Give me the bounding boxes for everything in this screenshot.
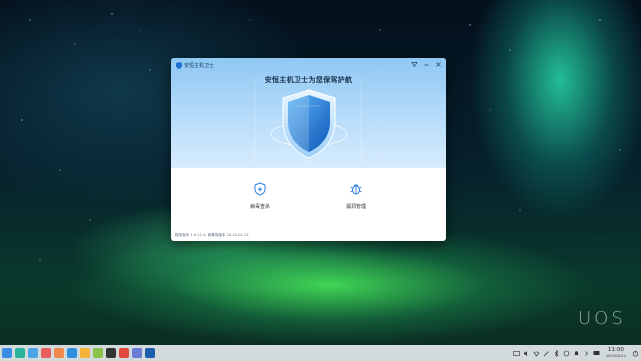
taskbar-app-browser[interactable]: [119, 348, 129, 358]
power-icon[interactable]: [632, 350, 639, 357]
pen-icon[interactable]: [543, 350, 550, 357]
window-header: 安恒主机卫士 安恒主机卫士为您保驾护航: [171, 58, 446, 168]
volume-icon[interactable]: [523, 350, 530, 357]
expand-icon[interactable]: [583, 350, 590, 357]
taskbar-app-security-center[interactable]: [145, 348, 155, 358]
virus-scan-button[interactable]: 病毒查杀: [230, 182, 290, 210]
network-icon[interactable]: [533, 350, 540, 357]
taskbar-app-calendar[interactable]: [67, 348, 77, 358]
taskbar-app-app-store[interactable]: [41, 348, 51, 358]
taskbar-app-multitask-view[interactable]: [15, 348, 25, 358]
title-bar: 安恒主机卫士: [171, 58, 446, 72]
keyboard-icon[interactable]: [513, 350, 520, 357]
minimize-icon[interactable]: [423, 61, 430, 68]
close-icon[interactable]: [435, 61, 442, 68]
virus-scan-label: 病毒查杀: [249, 204, 270, 210]
shield-emblem-icon: [270, 89, 348, 159]
notification-icon[interactable]: [573, 350, 580, 357]
window-title: 安恒主机卫士: [184, 62, 215, 69]
system-tray: 11:00 2020/10/14: [513, 345, 639, 361]
shield-plus-icon: [254, 182, 266, 196]
taskbar-app-file-manager[interactable]: [28, 348, 38, 358]
clock-date: 2020/10/14: [605, 354, 626, 358]
display-icon[interactable]: [593, 350, 600, 357]
version-info: 程序版本 1.0.12.4, 病毒库版本 20.10.01.13: [175, 233, 249, 237]
bluetooth-icon[interactable]: [553, 349, 560, 357]
taskbar-app-mail[interactable]: [54, 348, 64, 358]
vulnerability-management-label: 漏洞管理: [345, 204, 366, 210]
action-panel: 病毒查杀 漏洞管理: [171, 182, 446, 222]
taskbar: 11:00 2020/10/14: [0, 345, 641, 361]
taskbar-apps: [2, 348, 155, 358]
settings-icon[interactable]: [411, 61, 418, 68]
taskbar-app-documents[interactable]: [80, 348, 90, 358]
taskbar-app-notes[interactable]: [93, 348, 103, 358]
uos-watermark: UOS: [578, 308, 626, 329]
taskbar-app-music[interactable]: [106, 348, 116, 358]
app-shield-icon: [176, 61, 182, 69]
screenshot-icon[interactable]: [563, 350, 570, 357]
vulnerability-management-button[interactable]: 漏洞管理: [326, 182, 386, 210]
bug-icon: [350, 184, 362, 195]
clock[interactable]: 11:00 2020/10/14: [606, 347, 626, 359]
taskbar-app-settings[interactable]: [132, 348, 142, 358]
security-app-window: 安恒主机卫士 安恒主机卫士为您保驾护航 病毒查杀 漏洞管理 程序版本 1.0.1…: [171, 58, 446, 241]
taskbar-app-launcher[interactable]: [2, 348, 12, 358]
